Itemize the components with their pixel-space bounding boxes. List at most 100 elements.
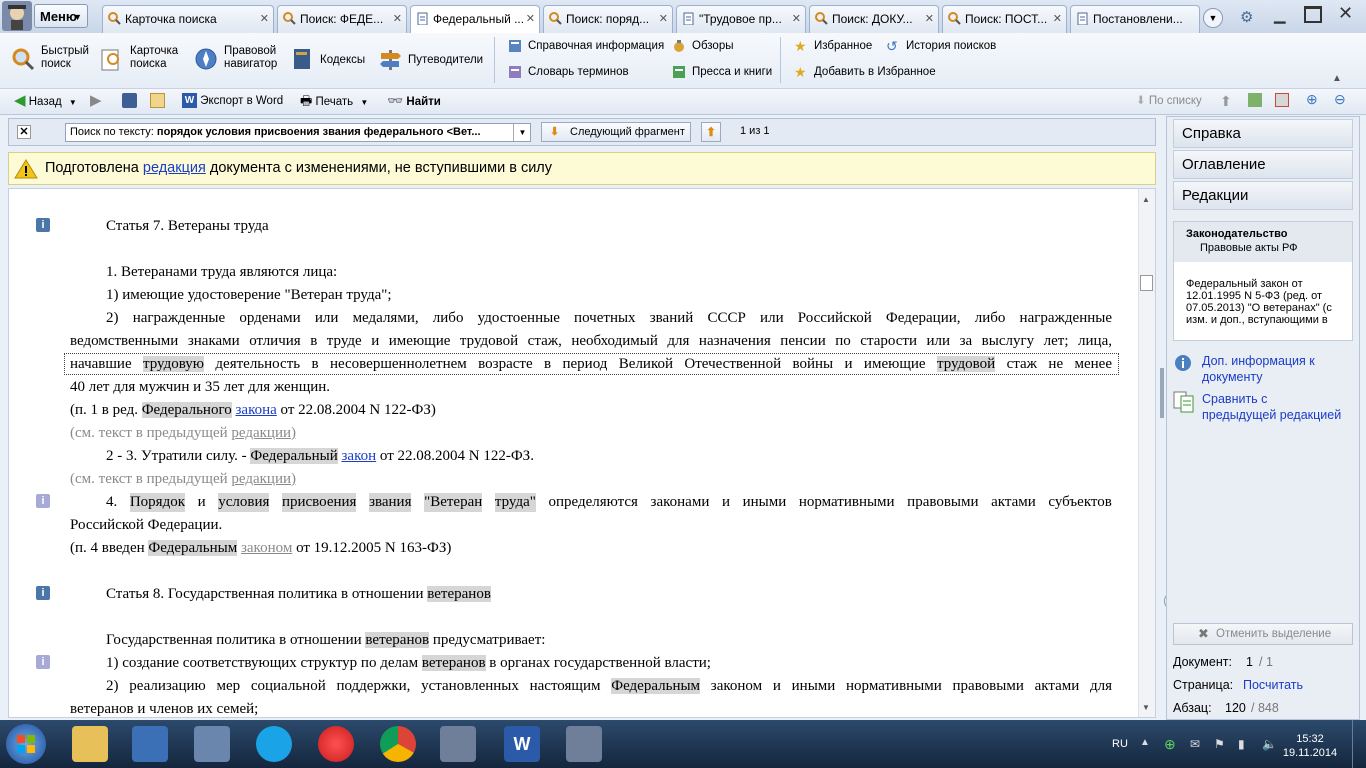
zoom-in-icon[interactable]: ⊕ [1306,91,1318,108]
maximize-button[interactable] [1304,6,1322,23]
chevron-down-icon[interactable]: ▼ [69,98,77,107]
scroll-thumb[interactable] [1140,275,1153,291]
vertical-scrollbar[interactable]: ▲ ▼ [1138,189,1155,717]
print-button[interactable]: 🖶 Печать ▼ [300,92,368,110]
explorer-icon[interactable] [72,726,108,762]
consultant-icon[interactable] [440,726,476,762]
close-window-button[interactable]: ✕ [1338,3,1353,24]
collapse-toolbar-icon[interactable]: ▲ [1332,73,1342,84]
prev-edition-link[interactable]: редакции) [231,425,296,441]
tab-search-fede[interactable]: Поиск: ФЕДЕ... ✕ [277,5,407,33]
by-list-button[interactable]: ⬇ По списку [1136,92,1202,110]
count-pages-link[interactable]: Посчитать [1243,678,1303,692]
law-link[interactable]: законом [241,540,292,556]
consultant-icon[interactable] [566,726,602,762]
skype-icon[interactable] [256,726,292,762]
volume-icon[interactable] [194,726,230,762]
word-icon[interactable]: W [504,726,540,762]
save-icon[interactable] [122,93,137,108]
glossary-button[interactable]: Словарь терминов [508,64,629,80]
quick-search-button[interactable]: Быстрый поиск [11,45,96,75]
chrome-icon[interactable] [380,726,416,762]
law-link[interactable]: закон [342,448,377,464]
codes-button[interactable]: Кодексы [290,45,365,75]
paragraph: 1) имеющие удостоверение "Ветеран труда"… [106,287,392,303]
tab-editions[interactable]: Редакции [1173,181,1353,210]
printer-icon: 🖶 [300,93,313,108]
tab-help[interactable]: Справка [1173,119,1353,148]
prev-fragment-button[interactable]: ⬆ [701,122,721,142]
prev-edition-link[interactable]: редакции) [231,471,296,487]
close-icon[interactable]: ✕ [659,6,668,32]
arrow-up-icon[interactable]: ⬆ [1220,93,1232,110]
legal-navigator-button[interactable]: Правовой навигатор [194,45,284,75]
next-fragment-button[interactable]: ⬇ Следующий фрагмент [541,122,691,142]
scroll-up-icon[interactable]: ▲ [1142,195,1150,204]
tab-search-post[interactable]: Поиск: ПОСТ... ✕ [942,5,1067,33]
tab-toc[interactable]: Оглавление [1173,150,1353,179]
tabs-dropdown-button[interactable]: ▼ [1203,8,1223,28]
scroll-down-icon[interactable]: ▼ [1142,703,1150,712]
tab-federal-law[interactable]: Федеральный ... ✕ [410,5,540,34]
clock[interactable]: 15:32 19.11.2014 [1280,732,1340,760]
search-prefix: Поиск по тексту: [70,126,154,138]
tab-search-card[interactable]: Карточка поиска ✕ [102,5,274,33]
export-word-button[interactable]: W Экспорт в Word [182,92,283,110]
info-icon[interactable]: i [36,494,50,508]
info-icon[interactable]: i [36,655,50,669]
menu-button[interactable]: Меню ▼ [34,4,88,28]
language-indicator[interactable]: RU [1112,738,1128,750]
volume-tray-icon[interactable]: 🔈 [1262,737,1277,751]
info-icon[interactable]: i [36,586,50,600]
edition-link[interactable]: редакция [143,160,206,176]
search-card-button[interactable]: Карточка поиска [100,45,185,75]
add-favorites-button[interactable]: ★ Добавить в Избранное [794,64,936,80]
clear-selection-button[interactable]: ✖ Отменить выделение [1173,623,1353,645]
guides-button[interactable]: Путеводители [378,45,483,75]
panel-splitter[interactable] [1160,368,1164,418]
media-player-icon[interactable] [132,726,168,762]
tab-search-docs[interactable]: Поиск: ДОКУ... ✕ [809,5,939,33]
tray-app-icon[interactable]: ✉ [1190,737,1200,751]
close-icon[interactable]: ✕ [393,6,402,32]
start-button[interactable] [6,724,46,764]
reference-info-button[interactable]: Справочная информация [508,38,664,54]
folder-icon[interactable] [150,93,165,108]
tray-expand-icon[interactable]: ▲ [1140,737,1150,748]
tab-search-order[interactable]: Поиск: поряд... ✕ [543,5,673,33]
favorites-button[interactable]: ★ Избранное [794,38,872,54]
show-desktop-button[interactable] [1352,720,1366,768]
text-search-bar: ✕ Поиск по тексту: порядок условия присв… [8,118,1156,146]
doc-delete-icon[interactable] [1275,93,1289,107]
paragraph: 1) создание соответствующих структур по … [106,655,711,671]
close-search-button[interactable]: ✕ [17,125,31,139]
reviews-button[interactable]: Обзоры [672,38,733,54]
tab-labor-law[interactable]: "Трудовое пр... ✕ [676,5,806,33]
close-icon[interactable]: ✕ [1053,6,1062,32]
press-books-button[interactable]: Пресса и книги [672,64,772,80]
yandex-browser-icon[interactable] [318,726,354,762]
search-history-button[interactable]: ↺ История поисков [886,38,996,54]
tray-security-icon[interactable]: ⚑ [1214,737,1225,751]
info-icon[interactable]: i [36,218,50,232]
search-text-input[interactable]: Поиск по тексту: порядок условия присвое… [65,123,531,142]
document-icon [417,12,428,25]
paragraph: 2) реализацию мер социальной поддержки, … [106,678,1112,694]
find-button[interactable]: 👓 Найти [387,92,441,110]
tray-plus-icon[interactable]: ⊕ [1164,736,1176,753]
zoom-out-icon[interactable]: ⊖ [1334,91,1346,108]
forward-button[interactable]: ▶ [90,92,102,110]
chevron-down-icon[interactable]: ▼ [360,98,368,107]
law-link[interactable]: закона [235,402,276,418]
doc-green-icon[interactable] [1248,93,1262,107]
close-icon[interactable]: ✕ [792,6,801,32]
chevron-down-icon[interactable]: ▼ [513,124,531,141]
close-icon[interactable]: ✕ [526,6,535,32]
minimize-button[interactable]: ▁ [1274,6,1286,24]
close-icon[interactable]: ✕ [925,6,934,32]
tab-resolution[interactable]: Постановлени... [1070,5,1200,33]
settings-icon[interactable]: ⚙ [1240,8,1253,26]
close-icon[interactable]: ✕ [260,6,269,32]
network-icon[interactable]: ▮ [1238,737,1245,751]
back-button[interactable]: ◀ Назад ▼ [14,92,77,110]
